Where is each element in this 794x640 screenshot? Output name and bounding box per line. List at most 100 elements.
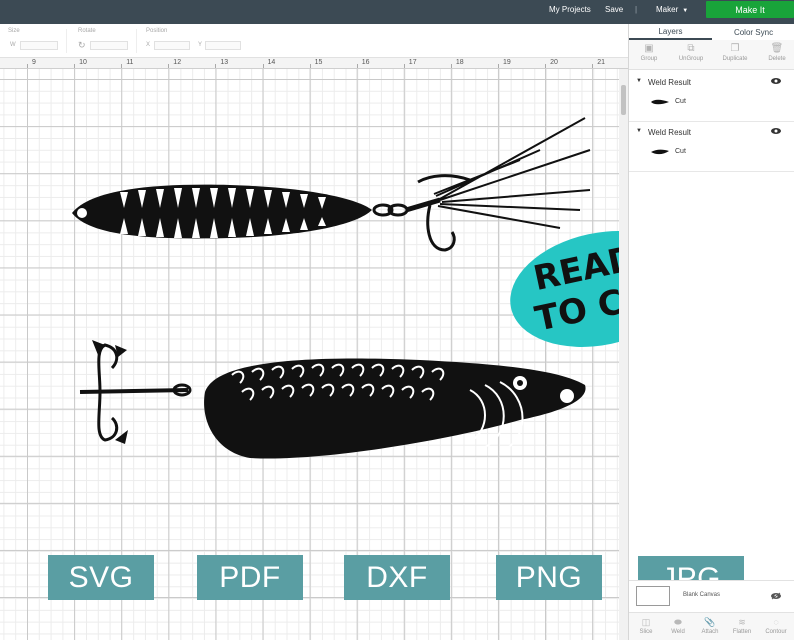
layer-group[interactable]: ▼ Weld Result Cut	[629, 122, 794, 172]
rotate-icon: ↻	[78, 40, 86, 50]
top-lure[interactable]	[72, 117, 591, 252]
topbar-divider: |	[635, 5, 638, 14]
duplicate-button[interactable]: ❐ Duplicate	[715, 42, 755, 62]
layer-item-label[interactable]: Cut	[675, 148, 686, 155]
format-badge-pdf: PDF	[197, 555, 303, 600]
attach-label: Attach	[701, 629, 719, 635]
weld-label: Weld	[671, 629, 685, 635]
ruler-mark: 12	[173, 59, 182, 66]
ruler-mark: 16	[361, 59, 370, 66]
group-icon: ▣	[644, 43, 654, 54]
horizontal-ruler: 9 10 11 12 13 14 15 16 17 18 19 20 21	[0, 58, 628, 69]
attach-button[interactable]: 📎 Attach	[693, 616, 727, 635]
ungroup-icon: ⧉	[687, 43, 695, 54]
ruler-mark: 13	[220, 59, 229, 66]
duplicate-icon: ❐	[730, 43, 740, 54]
ungroup-button[interactable]: ⧉ UnGroup	[671, 42, 711, 62]
ruler-tick	[450, 64, 452, 68]
tab-color-sync[interactable]: Color Sync	[712, 24, 794, 40]
ruler-mark: 17	[408, 59, 417, 66]
flatten-button[interactable]: ≋ Flatten	[725, 616, 759, 635]
slice-icon: ◫	[641, 617, 651, 627]
contour-label: Contour	[765, 629, 787, 635]
layer-thumbnail	[651, 149, 669, 155]
format-badge-dxf: DXF	[344, 555, 450, 600]
delete-label: Delete	[768, 56, 786, 62]
ruler-tick	[168, 64, 170, 68]
machine-label: Maker	[656, 5, 679, 14]
contour-button[interactable]: ◌ Contour	[759, 616, 793, 635]
weld-icon: ⬬	[674, 617, 682, 627]
ruler-tick	[74, 64, 76, 68]
ruler-tick	[215, 64, 217, 68]
make-it-button[interactable]: Make It	[706, 1, 794, 18]
blank-canvas-swatch[interactable]	[636, 586, 670, 606]
machine-select[interactable]: Maker ▼	[656, 5, 688, 14]
position-y-input[interactable]	[205, 41, 241, 50]
flatten-label: Flatten	[732, 629, 752, 635]
my-projects-link[interactable]: My Projects	[549, 5, 591, 14]
ruler-tick	[356, 64, 358, 68]
design-canvas[interactable]: READY TO CUT SVG PDF DXF PNG	[0, 69, 628, 640]
rotate-input[interactable]	[90, 41, 128, 50]
position-x-input[interactable]	[154, 41, 190, 50]
ruler-tick	[309, 64, 311, 68]
layer-group-title: Weld Result	[648, 128, 691, 137]
ruler-tick	[27, 64, 28, 68]
layer-group[interactable]: ▼ Weld Result Cut	[629, 72, 794, 122]
y-label: Y	[198, 42, 203, 48]
layers-panel: Layers Color Sync ▣ Group ⧉ UnGroup ❐ Dupli…	[628, 24, 794, 640]
group-button[interactable]: ▣ Group	[629, 42, 669, 62]
ruler-tick	[545, 64, 547, 68]
top-bar: My Projects Save | Maker ▼ Make It	[0, 0, 794, 24]
ruler-tick	[121, 64, 123, 68]
ungroup-label: UnGroup	[678, 56, 704, 62]
ruler-tick	[592, 64, 594, 68]
attach-icon: 📎	[704, 617, 716, 627]
layer-item-label[interactable]: Cut	[675, 98, 686, 105]
x-label: X	[146, 42, 151, 48]
ruler-mark: 19	[503, 59, 511, 66]
slice-button[interactable]: ◫ Slice	[629, 616, 663, 635]
ruler-mark: 20	[550, 59, 558, 66]
format-badge-svg: SVG	[48, 555, 154, 600]
scroll-thumb[interactable]	[621, 85, 626, 115]
blank-canvas-row[interactable]: Blank Canvas	[629, 580, 794, 612]
layer-thumbnail	[651, 99, 669, 105]
group-label: Group	[640, 56, 658, 62]
weld-button[interactable]: ⬬ Weld	[661, 616, 695, 635]
chevron-down-icon: ▼	[682, 8, 689, 14]
ruler-tick	[262, 64, 264, 68]
ruler-mark: 11	[126, 59, 134, 66]
duplicate-label: Duplicate	[722, 56, 748, 62]
ruler-tick	[498, 64, 499, 68]
chevron-down-icon[interactable]: ▼	[636, 128, 642, 134]
eye-icon[interactable]	[771, 592, 781, 600]
delete-button[interactable]: 🗑 Delete	[757, 42, 794, 62]
ruler-mark: 21	[597, 59, 605, 66]
chevron-down-icon[interactable]: ▼	[636, 78, 642, 84]
format-badge-png: PNG	[496, 555, 602, 600]
ruler-tick	[403, 64, 405, 68]
bottom-lure[interactable]	[79, 340, 586, 459]
slice-label: Slice	[639, 629, 653, 635]
tab-layers[interactable]: Layers	[629, 24, 712, 40]
ruler-mark: 10	[79, 59, 87, 66]
canvas-scrollbar[interactable]	[619, 69, 628, 640]
flatten-icon: ≋	[738, 617, 746, 627]
ruler-mark: 9	[32, 59, 36, 66]
trash-icon: 🗑	[770, 43, 784, 54]
panel-bottom-tools: ◫ Slice ⬬ Weld 📎 Attach ≋ Flatten ◌ Contour	[629, 612, 794, 640]
edit-toolbar: Size W Rotate ↻ Position X Y	[0, 24, 628, 58]
eye-icon[interactable]	[771, 77, 781, 85]
width-input[interactable]	[20, 41, 58, 50]
blank-canvas-label: Blank Canvas	[683, 592, 721, 598]
position-label: Position	[146, 28, 168, 34]
size-label: Size	[8, 28, 20, 34]
save-button[interactable]: Save	[605, 5, 623, 14]
layer-tools: ▣ Group ⧉ UnGroup ❐ Duplicate 🗑 Delete	[629, 40, 794, 70]
width-label: W	[10, 42, 16, 48]
rotate-label: Rotate	[78, 28, 96, 34]
contour-icon: ◌	[773, 617, 779, 627]
eye-icon[interactable]	[771, 127, 781, 135]
